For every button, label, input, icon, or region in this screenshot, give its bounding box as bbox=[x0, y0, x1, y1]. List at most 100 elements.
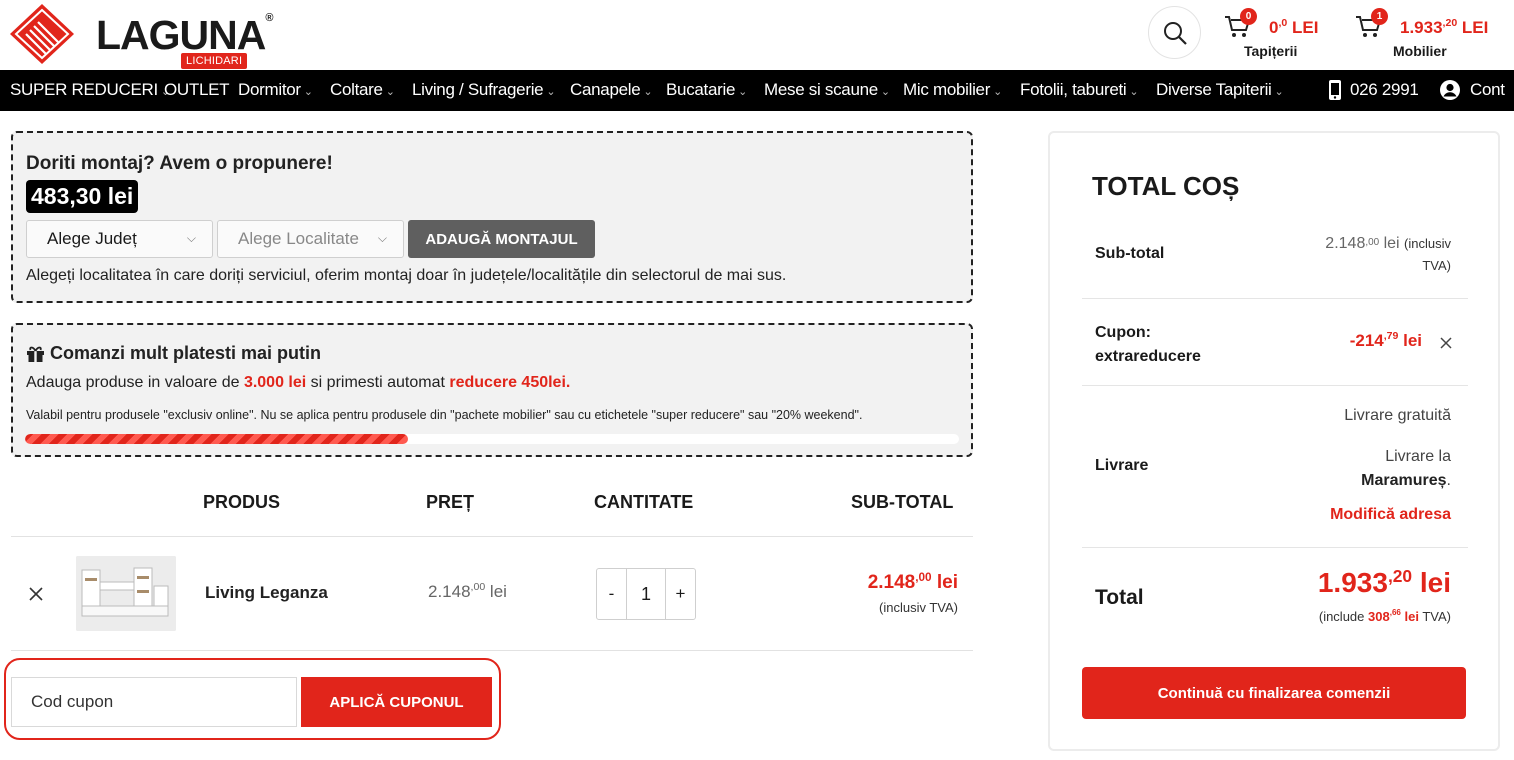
subtotal-main: 2.148 bbox=[1325, 235, 1366, 252]
total-decimals: ,20 bbox=[1387, 566, 1413, 586]
product-price-unit: lei bbox=[485, 582, 507, 601]
nav-phone[interactable]: 026 2991 bbox=[1328, 79, 1419, 101]
summary-divider bbox=[1082, 385, 1468, 386]
coupon-value: -214,79 lei bbox=[1349, 330, 1422, 351]
logo[interactable]: LAGUNA® bbox=[10, 4, 274, 64]
nav-item-canapele[interactable]: Canapele ⌄ bbox=[570, 80, 653, 100]
lichidari-badge[interactable]: LICHIDARI bbox=[181, 53, 248, 69]
logo-mark-icon bbox=[10, 4, 74, 64]
chevron-down-icon: ⌄ bbox=[993, 86, 1002, 98]
nav-item-dormitor[interactable]: Dormitor ⌄ bbox=[238, 80, 313, 100]
assembly-price: 483,30 lei bbox=[26, 180, 139, 213]
coupon-decimals: ,79 bbox=[1383, 330, 1399, 342]
county-select-value: Alege Județ bbox=[47, 229, 137, 248]
cart-tapiterii[interactable]: 0 0,0 LEI Tapițerii bbox=[1224, 8, 1324, 65]
promo-line-mid: si primesti automat bbox=[306, 374, 450, 391]
total-value: 1.933,20 lei bbox=[1318, 566, 1451, 599]
chevron-down-icon: ⌄ bbox=[643, 86, 653, 98]
coupon-unit: lei bbox=[1398, 331, 1422, 350]
nav-item-super-reduceri[interactable]: SUPER REDUCERI ⌄ bbox=[10, 80, 170, 100]
product-thumbnail[interactable] bbox=[76, 556, 176, 631]
quantity-decrease-button[interactable]: - bbox=[597, 569, 627, 619]
nav-item-label: Canapele bbox=[570, 80, 641, 99]
promo-box: Comanzi mult platesti mai putin Adauga p… bbox=[11, 323, 973, 457]
cart-amount: 0,0 LEI bbox=[1269, 17, 1318, 38]
logo-text: LAGUNA® bbox=[96, 12, 274, 59]
summary-divider bbox=[1082, 298, 1468, 299]
nav-item-label: Dormitor bbox=[238, 80, 301, 99]
change-address-link[interactable]: Modifică adresa bbox=[1330, 506, 1451, 524]
nav-item-mese-scaune[interactable]: Mese si scaune ⌄ bbox=[764, 80, 890, 100]
chevron-down-icon: ⌄ bbox=[546, 86, 556, 98]
delivery-to: Livrare la Maramureș. bbox=[1361, 448, 1451, 489]
quantity-increase-button[interactable]: + bbox=[665, 569, 695, 619]
search-button[interactable] bbox=[1148, 6, 1201, 59]
summary-divider bbox=[1082, 547, 1468, 548]
county-select[interactable]: Alege Județ ⌵ bbox=[26, 220, 213, 258]
gift-icon bbox=[27, 346, 44, 362]
coupon-main: -214 bbox=[1349, 331, 1384, 350]
promo-progress-bar bbox=[25, 434, 959, 444]
coupon-input[interactable]: Cod cupon bbox=[11, 677, 297, 727]
nav-item-diverse-tapiterii[interactable]: Diverse Tapiterii ⌄ bbox=[1156, 80, 1284, 100]
chevron-down-icon: ⌄ bbox=[385, 86, 395, 98]
coupon-label-2: extrareducere bbox=[1095, 348, 1201, 365]
promo-title-row: Comanzi mult platesti mai putin bbox=[26, 343, 321, 364]
cart-mobilier[interactable]: 1 1.933,20 LEI Mobilier bbox=[1355, 8, 1495, 65]
add-assembly-button[interactable]: ADAUGĂ MONTAJUL bbox=[408, 220, 595, 258]
row-subtotal-main: 2.148 bbox=[867, 572, 916, 593]
delivery-label: Livrare bbox=[1095, 457, 1149, 474]
vat-note: (include 308,66 lei TVA) bbox=[1319, 608, 1451, 624]
chevron-down-icon: ⌄ bbox=[880, 86, 890, 98]
promo-title: Comanzi mult platesti mai putin bbox=[50, 343, 322, 363]
promo-fine-print: Valabil pentru produsele "exclusiv onlin… bbox=[26, 408, 863, 422]
subtotal-label: Sub-total bbox=[1095, 245, 1165, 262]
nav-account[interactable]: Cont bbox=[1439, 79, 1505, 101]
locality-select[interactable]: Alege Localitate ⌵ bbox=[217, 220, 404, 258]
col-header-product: PRODUS bbox=[203, 492, 281, 512]
nav-item-fotolii[interactable]: Fotolii, tabureti ⌄ bbox=[1020, 80, 1139, 100]
subtotal-value: 2.148,00 lei (inclusiv TVA) bbox=[1325, 233, 1451, 277]
chevron-down-icon: ⌄ bbox=[738, 86, 748, 98]
remove-item-icon[interactable] bbox=[29, 587, 43, 601]
nav-item-outlet[interactable]: OUTLET bbox=[164, 80, 230, 100]
nav-item-bucatarie[interactable]: Bucatarie ⌄ bbox=[666, 80, 747, 100]
delivery-free: Livrare gratuită bbox=[1344, 407, 1451, 424]
product-name[interactable]: Living Leganza bbox=[205, 583, 328, 603]
promo-discount: reducere 450lei. bbox=[449, 374, 571, 391]
row-subtotal: 2.148,00 lei bbox=[867, 571, 958, 594]
account-label: Cont bbox=[1470, 80, 1505, 99]
remove-coupon-icon[interactable] bbox=[1440, 337, 1452, 349]
cart-count-badge: 0 bbox=[1240, 8, 1257, 25]
chevron-down-icon: ⌵ bbox=[377, 231, 387, 245]
cart-amount-main: 1.933 bbox=[1400, 18, 1443, 37]
vat-unit: lei bbox=[1400, 609, 1419, 624]
promo-threshold: 3.000 lei bbox=[243, 374, 307, 391]
chevron-down-icon: ⌄ bbox=[1129, 86, 1139, 98]
search-icon bbox=[1163, 21, 1187, 45]
subtotal-unit: lei bbox=[1379, 235, 1400, 252]
assembly-title: Doriti montaj? Avem o propunere! bbox=[26, 153, 333, 174]
nav-item-coltare[interactable]: Coltare ⌄ bbox=[330, 80, 395, 100]
table-divider bbox=[11, 536, 973, 537]
subtotal-note-2: TVA) bbox=[1422, 258, 1451, 273]
cart-amount: 1.933,20 LEI bbox=[1400, 17, 1488, 38]
vat-post: TVA) bbox=[1418, 609, 1451, 624]
assembly-note: Alegeți localitatea în care doriți servi… bbox=[26, 267, 787, 284]
nav-item-label: Diverse Tapiterii bbox=[1156, 80, 1272, 99]
apply-coupon-button[interactable]: APLICĂ CUPONUL bbox=[301, 677, 492, 727]
nav-item-label: Coltare bbox=[330, 80, 383, 99]
product-price-decimals: ,00 bbox=[470, 581, 486, 593]
row-subtotal-decimals: ,00 bbox=[915, 571, 932, 584]
vat-decimals: ,66 bbox=[1389, 608, 1401, 617]
nav-item-living[interactable]: Living / Sufragerie ⌄ bbox=[412, 80, 556, 100]
user-icon bbox=[1440, 80, 1460, 100]
row-subtotal-note: (inclusiv TVA) bbox=[879, 600, 958, 615]
col-header-quantity: CANTITATE bbox=[594, 492, 694, 512]
promo-progress-fill bbox=[25, 434, 408, 444]
nav-item-mic-mobilier[interactable]: Mic mobilier ⌄ bbox=[903, 80, 1002, 100]
cart-count-badge: 1 bbox=[1371, 8, 1388, 25]
quantity-input[interactable]: 1 bbox=[627, 569, 665, 619]
checkout-button[interactable]: Continuă cu finalizarea comenzii bbox=[1082, 667, 1466, 719]
cart-label: Tapițerii bbox=[1244, 43, 1298, 59]
